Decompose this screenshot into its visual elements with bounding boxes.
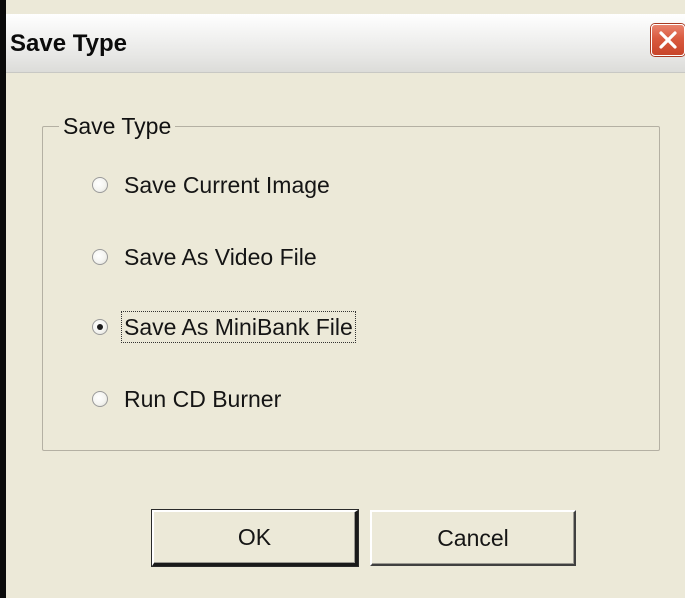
ok-button[interactable]: OK [151,509,359,567]
option-run-cd-burner[interactable]: Run CD Burner [92,382,283,416]
radio-button-selected[interactable] [92,319,108,335]
close-button[interactable] [651,24,685,56]
option-label: Save As MiniBank File [121,311,356,343]
title-bar[interactable]: Save Type [6,14,685,73]
radio-selected-dot [97,324,103,330]
window-title: Save Type [10,30,127,57]
option-label: Save As Video File [124,244,317,270]
radio-button[interactable] [92,249,108,265]
close-x-icon [659,31,677,49]
option-save-current-image[interactable]: Save Current Image [92,168,332,202]
option-label: Run CD Burner [124,386,282,412]
radio-button[interactable] [92,391,108,407]
option-label: Save Current Image [124,172,330,198]
option-save-as-video-file[interactable]: Save As Video File [92,240,319,274]
option-save-as-minibank-file[interactable]: Save As MiniBank File [92,310,356,344]
radio-button[interactable] [92,177,108,193]
cancel-button[interactable]: Cancel [370,510,576,566]
save-type-dialog: Save Type Save Type Save Current Image S… [0,0,685,598]
groupbox-legend: Save Type [59,109,176,143]
